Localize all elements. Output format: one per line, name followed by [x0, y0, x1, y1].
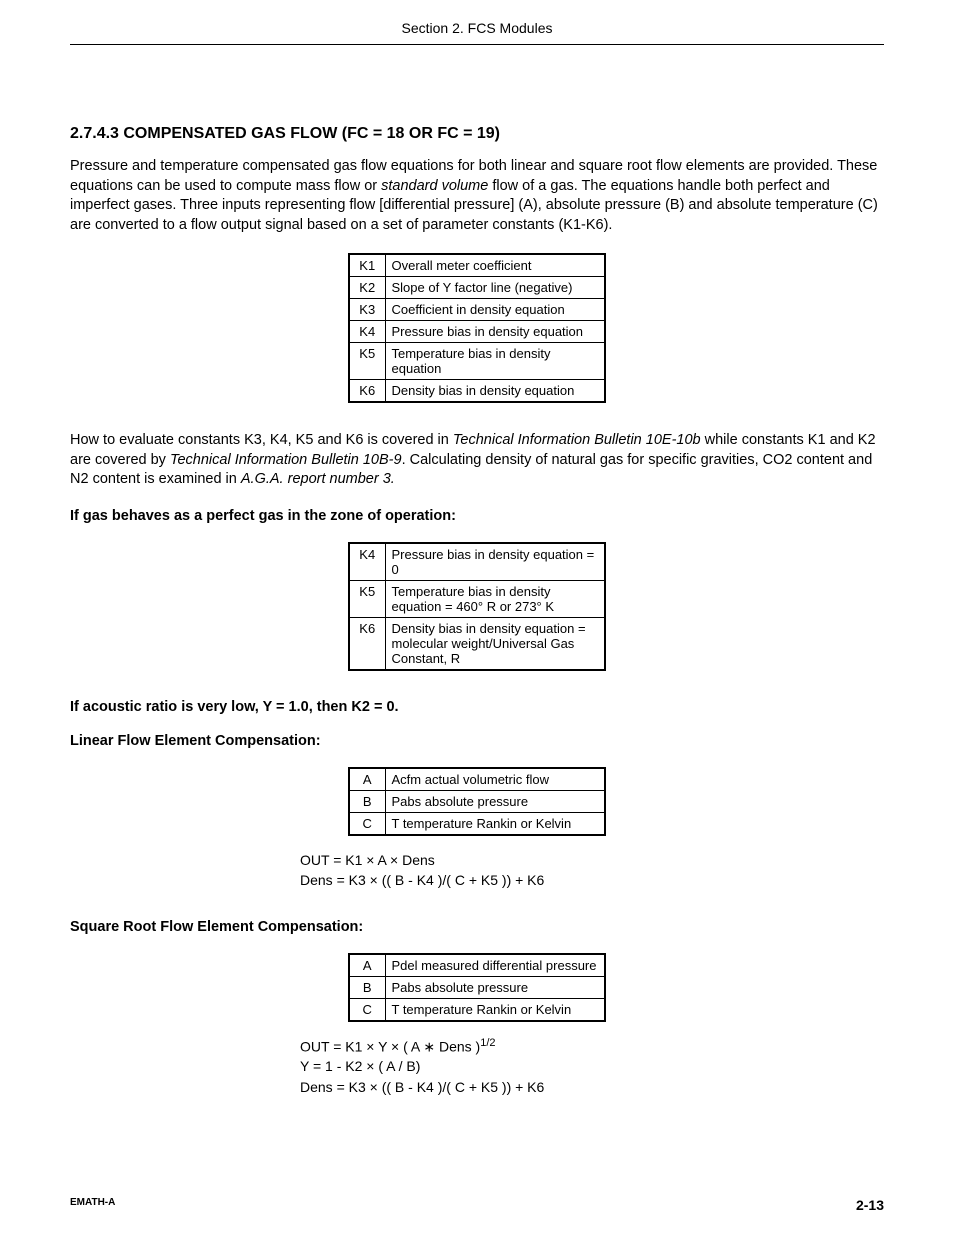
- eq-superscript: 1/2: [480, 1037, 495, 1049]
- cell-k: K5: [349, 580, 385, 617]
- page-footer: EMATH-A 2-13: [70, 1197, 884, 1213]
- footer-page-number: 2-13: [856, 1197, 884, 1213]
- intro-paragraph: Pressure and temperature compensated gas…: [70, 157, 884, 235]
- footer-doc-id: EMATH-A: [70, 1197, 115, 1213]
- table-row: BPabs absolute pressure: [349, 976, 605, 998]
- equation-line: Y = 1 - K2 × ( A / B): [300, 1056, 884, 1076]
- cell-k: B: [349, 976, 385, 998]
- table-row: CT temperature Rankin or Kelvin: [349, 998, 605, 1021]
- cell-desc: Pabs absolute pressure: [385, 976, 605, 998]
- cell-k: K4: [349, 321, 385, 343]
- linear-equations: OUT = K1 × A × Dens Dens = K3 × (( B - K…: [300, 850, 884, 891]
- cell-k: C: [349, 812, 385, 835]
- table-row: CT temperature Rankin or Kelvin: [349, 812, 605, 835]
- equation-line: OUT = K1 × Y × ( A ∗ Dens )1/2: [300, 1036, 884, 1057]
- howto-italic-2: Technical Information Bulletin 10B-9: [170, 452, 402, 468]
- cell-desc: Pressure bias in density equation: [385, 321, 605, 343]
- inputs-table-linear: AAcfm actual volumetric flow BPabs absol…: [348, 767, 606, 836]
- cell-k: K2: [349, 277, 385, 299]
- linear-heading: Linear Flow Element Compensation:: [70, 733, 884, 749]
- table-row: APdel measured differential pressure: [349, 954, 605, 977]
- cell-desc: T temperature Rankin or Kelvin: [385, 812, 605, 835]
- cell-k: K1: [349, 254, 385, 277]
- cell-k: A: [349, 768, 385, 791]
- table-row: K4Pressure bias in density equation = 0: [349, 543, 605, 581]
- cell-desc: Pabs absolute pressure: [385, 790, 605, 812]
- table-row: K2Slope of Y factor line (negative): [349, 277, 605, 299]
- cell-k: K5: [349, 343, 385, 380]
- howto-italic-3: A.G.A. report number 3.: [241, 471, 395, 487]
- constants-table-1: K1Overall meter coefficient K2Slope of Y…: [348, 253, 606, 403]
- cell-desc: Pressure bias in density equation = 0: [385, 543, 605, 581]
- howto-italic-1: Technical Information Bulletin 10E-10b: [453, 432, 701, 448]
- cell-desc: Temperature bias in density equation = 4…: [385, 580, 605, 617]
- cell-k: K4: [349, 543, 385, 581]
- eq-text: OUT = K1 × Y × ( A ∗ Dens ): [300, 1038, 480, 1054]
- equation-line: OUT = K1 × A × Dens: [300, 850, 884, 870]
- table-row: K5Temperature bias in density equation: [349, 343, 605, 380]
- cell-desc: Overall meter coefficient: [385, 254, 605, 277]
- table-row: K1Overall meter coefficient: [349, 254, 605, 277]
- cell-desc: Coefficient in density equation: [385, 299, 605, 321]
- equation-line: Dens = K3 × (( B - K4 )/( C + K5 )) + K6: [300, 1077, 884, 1097]
- section-title: Section 2. FCS Modules: [402, 20, 553, 36]
- table-row: BPabs absolute pressure: [349, 790, 605, 812]
- cell-desc: T temperature Rankin or Kelvin: [385, 998, 605, 1021]
- cell-desc: Slope of Y factor line (negative): [385, 277, 605, 299]
- table-row: K6Density bias in density equation = mol…: [349, 617, 605, 670]
- cell-k: A: [349, 954, 385, 977]
- table-row: AAcfm actual volumetric flow: [349, 768, 605, 791]
- intro-italic: standard volume: [381, 178, 488, 194]
- cell-k: K3: [349, 299, 385, 321]
- page-header: Section 2. FCS Modules: [70, 20, 884, 45]
- section-heading: 2.7.4.3 COMPENSATED GAS FLOW (FC = 18 OR…: [70, 125, 884, 143]
- constants-table-2: K4Pressure bias in density equation = 0 …: [348, 542, 606, 671]
- cell-desc: Acfm actual volumetric flow: [385, 768, 605, 791]
- table-row: K5Temperature bias in density equation =…: [349, 580, 605, 617]
- inputs-table-sqroot: APdel measured differential pressure BPa…: [348, 953, 606, 1022]
- cell-k: B: [349, 790, 385, 812]
- cell-desc: Pdel measured differential pressure: [385, 954, 605, 977]
- cell-k: K6: [349, 617, 385, 670]
- cell-k: C: [349, 998, 385, 1021]
- table-row: K4Pressure bias in density equation: [349, 321, 605, 343]
- perfect-gas-heading: If gas behaves as a perfect gas in the z…: [70, 508, 884, 524]
- sqroot-equations: OUT = K1 × Y × ( A ∗ Dens )1/2 Y = 1 - K…: [300, 1036, 884, 1098]
- cell-desc: Density bias in density equation: [385, 380, 605, 403]
- table-row: K3Coefficient in density equation: [349, 299, 605, 321]
- equation-line: Dens = K3 × (( B - K4 )/( C + K5 )) + K6: [300, 870, 884, 890]
- howto-text: How to evaluate constants K3, K4, K5 and…: [70, 432, 453, 448]
- table-row: K6Density bias in density equation: [349, 380, 605, 403]
- sqroot-heading: Square Root Flow Element Compensation:: [70, 919, 884, 935]
- cell-desc: Density bias in density equation = molec…: [385, 617, 605, 670]
- cell-desc: Temperature bias in density equation: [385, 343, 605, 380]
- cell-k: K6: [349, 380, 385, 403]
- howto-paragraph: How to evaluate constants K3, K4, K5 and…: [70, 431, 884, 490]
- acoustic-heading: If acoustic ratio is very low, Y = 1.0, …: [70, 699, 884, 715]
